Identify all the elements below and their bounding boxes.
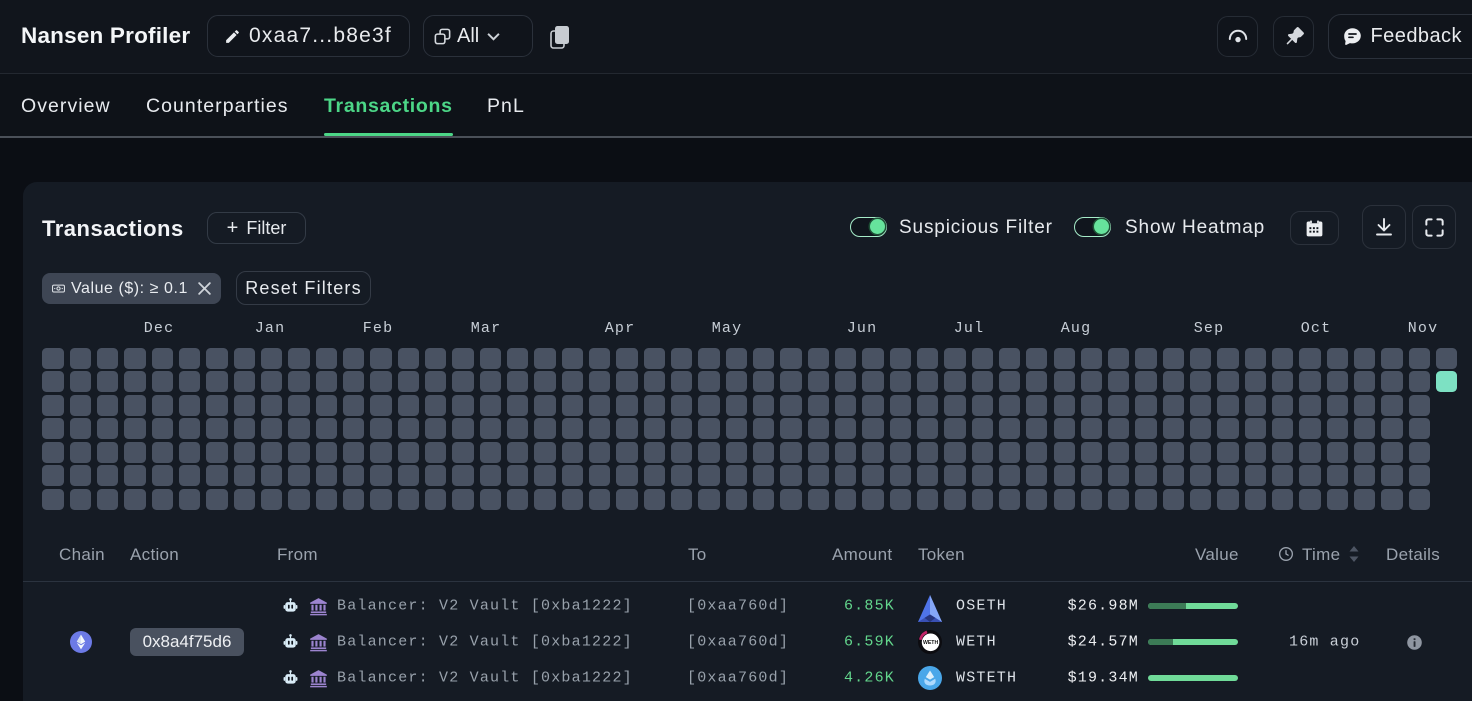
svg-text:WETH: WETH <box>923 640 939 646</box>
